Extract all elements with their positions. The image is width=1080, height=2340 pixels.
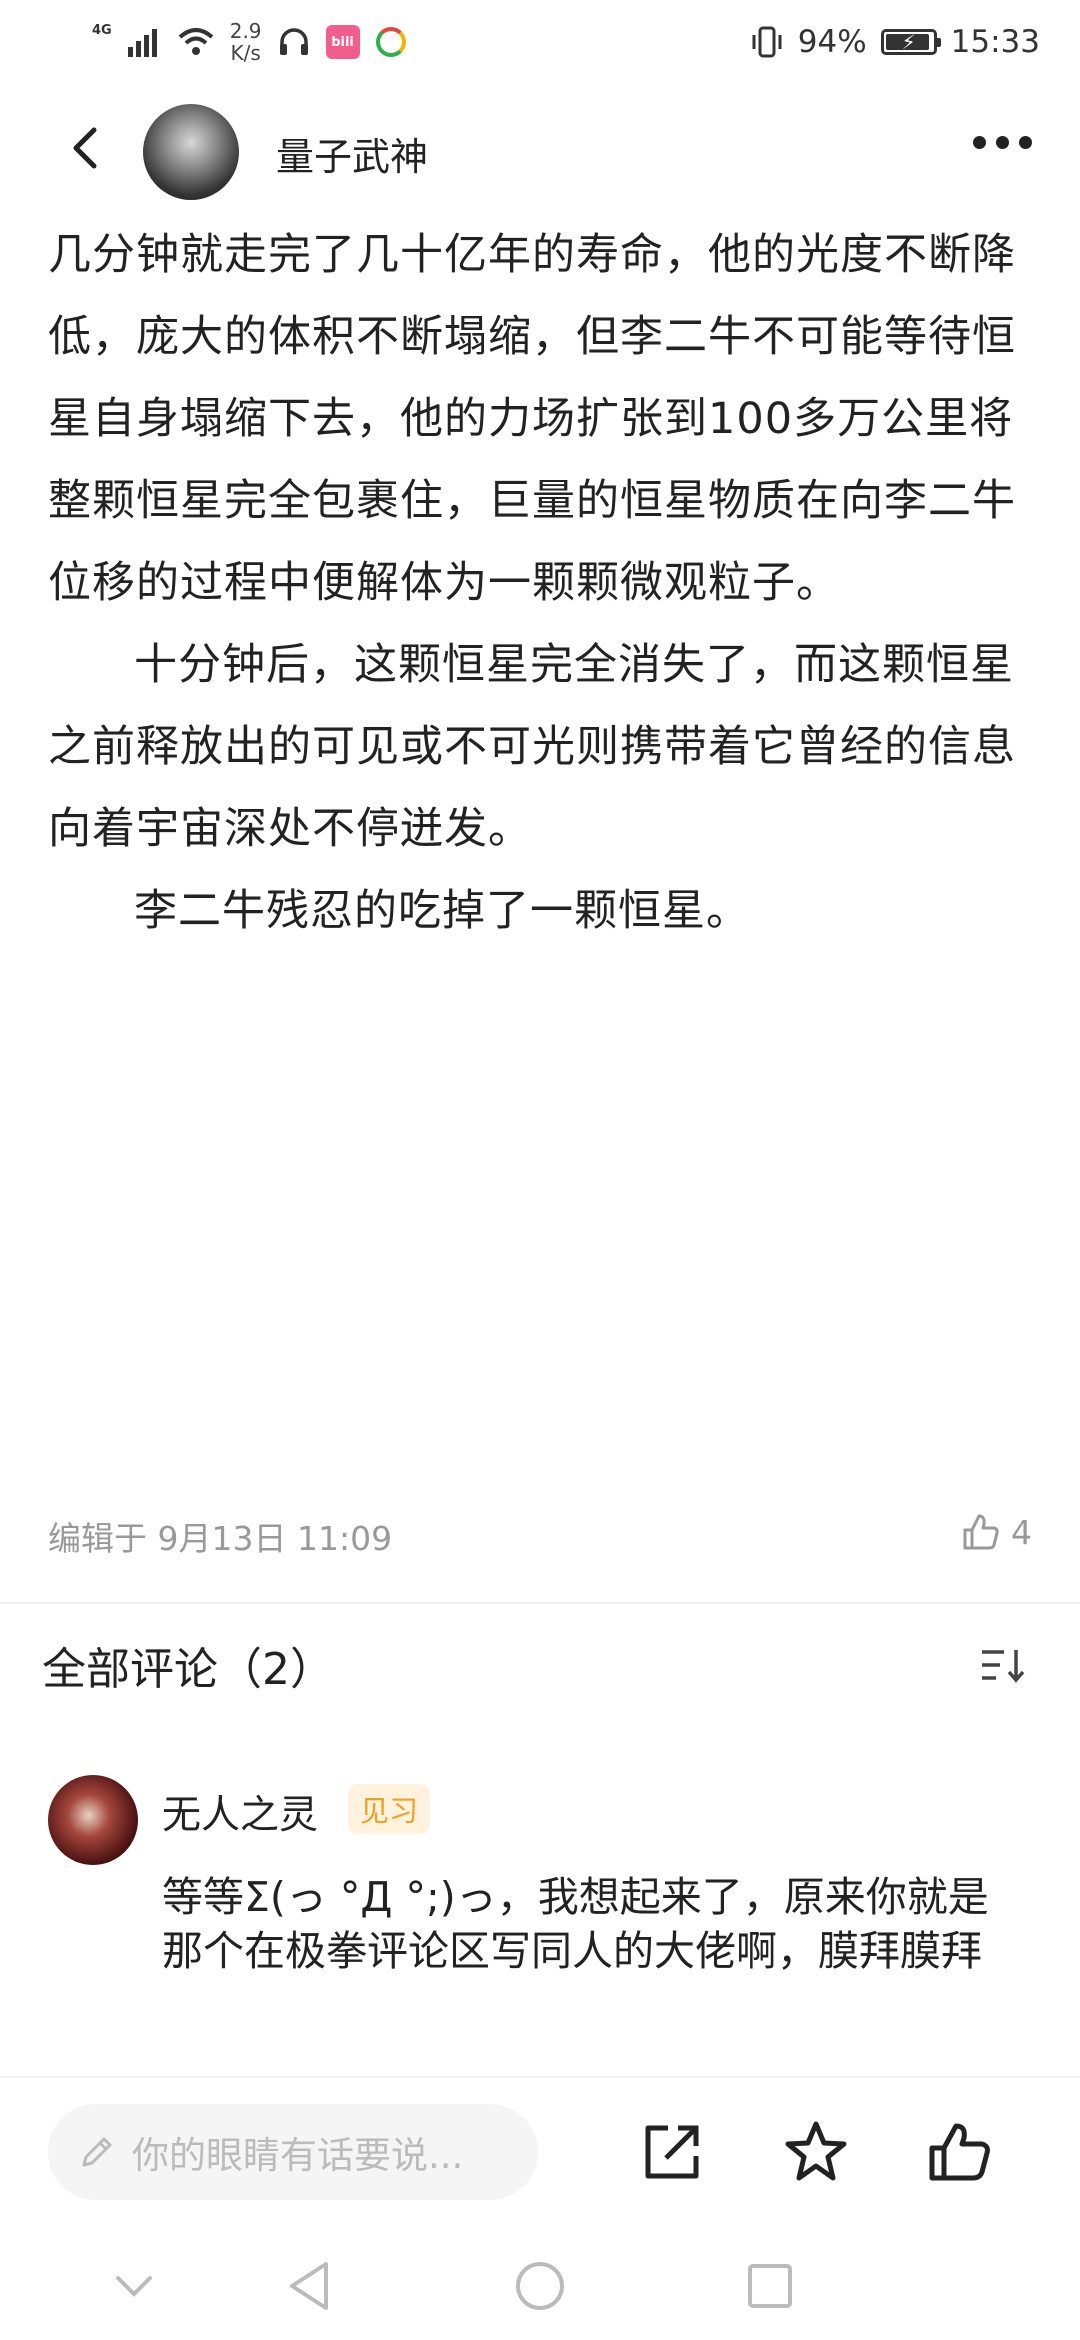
thumbs-up-icon	[963, 1514, 999, 1550]
article-paragraph: 十分钟后，这颗恒星完全消失了，而这颗恒星之前释放出的可见或不可光则携带着它曾经的…	[48, 640, 1016, 854]
system-nav-bar	[0, 2226, 1080, 2340]
network-type: 4G	[92, 22, 112, 38]
status-right: 94% ⚡ 15:33	[750, 16, 1040, 68]
article-paragraph: 几分钟就走完了几十亿年的寿命，他的光度不断降低，庞大的体积不断塌缩，但李二牛不可…	[48, 230, 1016, 608]
comment-text[interactable]: 等等Σ(っ °Д °;)っ，我想起来了，原来你就是那个在极拳评论区写同人的大佬啊…	[162, 1870, 1022, 1978]
article-header: 量子武神	[0, 96, 1080, 206]
sort-icon[interactable]	[980, 1646, 1028, 1686]
section-divider	[0, 1602, 1080, 1604]
comments-heading: 全部评论（2）	[42, 1644, 334, 1695]
article-paragraph: 李二牛残忍的吃掉了一颗恒星。	[134, 886, 750, 936]
more-dot	[996, 136, 1009, 149]
status-bar: 4G 2.9 K/s bili 94% ⚡ 15:33	[0, 0, 1080, 84]
charging-bolt-icon: ⚡	[901, 30, 916, 54]
article-meta: 编辑于 9月13日 11:09 4	[48, 1512, 1032, 1562]
commenter-name[interactable]: 无人之灵	[162, 1784, 318, 1840]
commenter-avatar[interactable]	[48, 1775, 138, 1865]
article-body: 几分钟就走完了几十亿年的寿命，他的光度不断降低，庞大的体积不断塌缩，但李二牛不可…	[48, 214, 1038, 952]
like-count: 4	[1011, 1512, 1032, 1552]
level-badge: 见习	[348, 1784, 431, 1834]
more-options-icon[interactable]	[973, 136, 1032, 149]
share-icon[interactable]	[638, 2118, 706, 2186]
nav-back-icon[interactable]	[282, 2258, 338, 2314]
battery-icon: ⚡	[880, 29, 941, 55]
signal-icon	[127, 29, 157, 57]
pencil-icon	[82, 2137, 112, 2167]
comment-input-placeholder: 你的眼睛有话要说...	[132, 2134, 464, 2177]
speed-unit: K/s	[230, 41, 261, 65]
back-arrow-icon[interactable]	[58, 118, 118, 178]
wifi-icon	[178, 28, 214, 55]
app-notification-icon	[375, 27, 406, 57]
more-dot	[973, 136, 986, 149]
speed-value: 2.9	[229, 19, 262, 43]
more-dot	[1019, 136, 1032, 149]
clock: 15:33	[950, 24, 1040, 60]
edit-date: 编辑于 9月13日 11:09	[48, 1519, 393, 1558]
comment-input[interactable]: 你的眼睛有话要说...	[48, 2104, 538, 2200]
bottom-action-bar: 你的眼睛有话要说...	[0, 2076, 1080, 2228]
headphones-icon	[279, 28, 308, 55]
status-left: 4G 2.9 K/s bili	[92, 16, 406, 68]
bilibili-app-icon: bili	[325, 25, 360, 59]
battery-percent: 94%	[797, 24, 867, 60]
like-button[interactable]: 4	[961, 1512, 1032, 1552]
network-speed: 2.9 K/s	[230, 20, 262, 64]
author-avatar[interactable]	[143, 104, 239, 200]
thumbs-up-icon[interactable]	[926, 2118, 994, 2186]
nav-recents-icon[interactable]	[742, 2258, 798, 2314]
star-icon[interactable]	[782, 2118, 850, 2186]
author-name[interactable]: 量子武神	[276, 126, 428, 181]
collapse-chevron-icon[interactable]	[106, 2258, 162, 2314]
vibrate-icon	[752, 26, 782, 58]
nav-home-icon[interactable]	[512, 2258, 568, 2314]
